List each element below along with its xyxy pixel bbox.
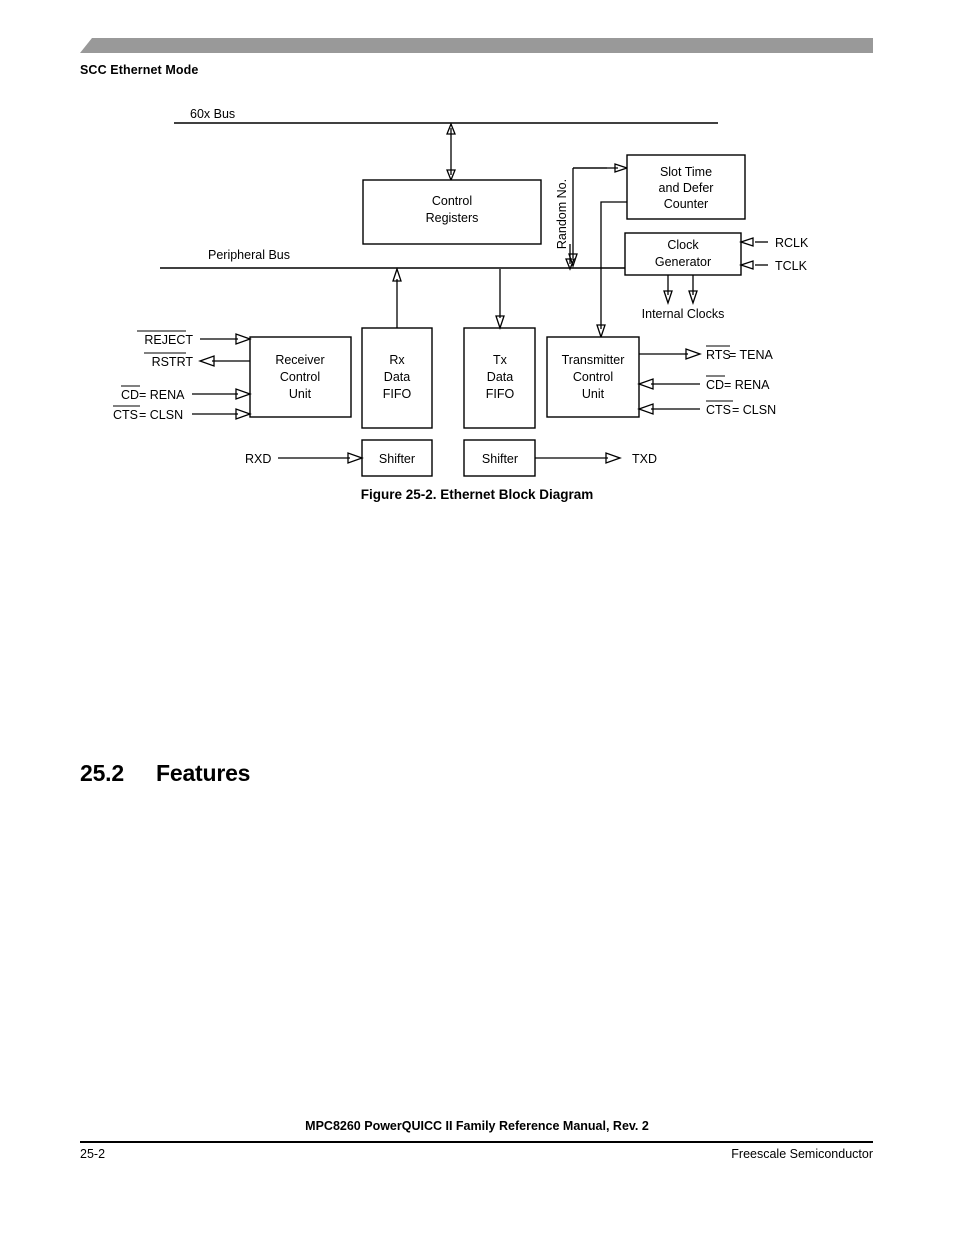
bus-label-60x: 60x Bus — [190, 107, 235, 121]
footer-page-number: 25-2 — [80, 1147, 106, 1161]
label-internal-clocks: Internal Clocks — [642, 307, 725, 321]
arrowhead-right-txd — [605, 452, 622, 464]
arrowhead-right-rxd — [347, 452, 364, 464]
block-control-registers-line2: Registers — [426, 211, 479, 225]
arrowhead-left-rstrt — [198, 355, 215, 367]
block-clock-generator-line1: Clock — [667, 238, 699, 252]
signal-cd-rena-left-rest: = RENA — [139, 388, 185, 402]
block-tx-fifo-line3: FIFO — [486, 387, 515, 401]
signal-cd-rena-right-over: CD — [706, 378, 724, 392]
footer-company-name: Freescale Semiconductor — [731, 1147, 873, 1161]
signal-cd-rena-right-rest: = RENA — [724, 378, 770, 392]
block-rx-fifo-line3: FIFO — [383, 387, 412, 401]
path-slot-time-to-transmitter — [600, 201, 627, 329]
block-slot-time-line2: and Defer — [659, 181, 714, 195]
arrowhead-left-cts-clsn-right — [637, 403, 654, 415]
signal-cd-rena-left-over: CD — [121, 388, 139, 402]
signal-rts-tena-rest: = TENA — [729, 348, 774, 362]
ethernet-block-diagram: 60x Bus Control Registers Peripheral Bus… — [0, 0, 954, 520]
label-tclk: TCLK — [775, 259, 808, 273]
block-tx-fifo-line2: Data — [487, 370, 513, 384]
arrowhead-right-cts-clsn-left — [235, 408, 252, 420]
block-receiver-control-line2: Control — [280, 370, 320, 384]
block-receiver-control-line1: Receiver — [275, 353, 324, 367]
arrowhead-left-tclk — [738, 260, 754, 270]
arrowhead-right-rts-tena — [685, 348, 702, 360]
label-rclk: RCLK — [775, 236, 809, 250]
label-rxd: RXD — [245, 452, 271, 466]
figure-caption: Figure 25-2. Ethernet Block Diagram — [360, 487, 594, 502]
signal-rts-tena-over: RTS — [706, 348, 731, 362]
block-tx-shifter-label: Shifter — [482, 452, 518, 466]
block-transmitter-control-line1: Transmitter — [562, 353, 625, 367]
block-slot-time-line3: Counter — [664, 197, 708, 211]
section-title: Features — [156, 760, 251, 786]
signal-cts-clsn-right-rest: = CLSN — [732, 403, 776, 417]
signal-reject-label: REJECT — [144, 333, 193, 347]
signal-cts-clsn-left-rest: = CLSN — [139, 408, 183, 422]
section-number: 25.2 — [80, 760, 124, 786]
label-txd: TXD — [632, 452, 657, 466]
block-receiver-control-line3: Unit — [289, 387, 312, 401]
block-rx-shifter-label: Shifter — [379, 452, 415, 466]
arrowhead-left-rclk — [738, 237, 754, 247]
arrowhead-left-cd-rena-right — [637, 378, 654, 390]
block-transmitter-control-line2: Control — [573, 370, 613, 384]
block-tx-fifo-line1: Tx — [493, 353, 508, 367]
bus-label-peripheral: Peripheral Bus — [208, 248, 290, 262]
block-clock-generator-line2: Generator — [655, 255, 711, 269]
signal-cts-clsn-left-over: CTS — [113, 408, 138, 422]
footer-divider — [80, 1141, 873, 1143]
arrowhead-right-cd-rena-left — [235, 388, 252, 400]
block-slot-time-line1: Slot Time — [660, 165, 712, 179]
block-control-registers-line1: Control — [432, 194, 472, 208]
block-transmitter-control-line3: Unit — [582, 387, 605, 401]
section-heading: 25.2 Features — [80, 760, 250, 787]
arrowhead-right-reject — [235, 333, 252, 345]
label-random-no: Random No. — [555, 179, 569, 249]
signal-rstrt-label: RSTRT — [152, 355, 194, 369]
block-rx-fifo-line2: Data — [384, 370, 410, 384]
footer-manual-title: MPC8260 PowerQUICC II Family Reference M… — [305, 1119, 649, 1133]
signal-cts-clsn-right-over: CTS — [706, 403, 731, 417]
block-rx-fifo-line1: Rx — [389, 353, 405, 367]
